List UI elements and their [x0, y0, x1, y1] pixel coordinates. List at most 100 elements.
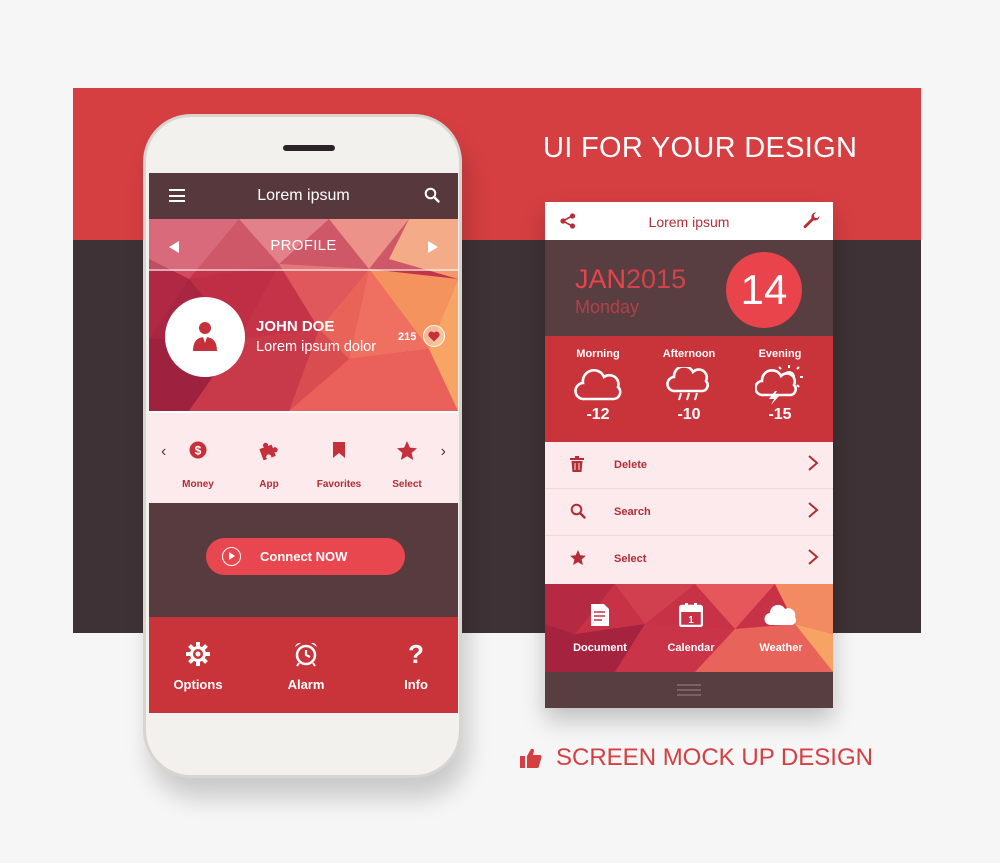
feature-strip: ‹ $ Money App Favorites Select ›	[149, 413, 458, 503]
user-icon	[193, 322, 217, 351]
calendar-icon: 1	[679, 603, 703, 627]
poster-footer-text: SCREEN MOCK UP DESIGN	[556, 744, 873, 771]
day-number-badge: 14	[726, 252, 802, 328]
weather-afternoon: Afternoon -10	[644, 348, 734, 424]
thumbs-up-icon	[520, 748, 542, 768]
gear-icon	[186, 642, 210, 666]
play-icon	[222, 547, 241, 566]
year: 2015	[626, 264, 687, 294]
rain-cloud-icon	[666, 367, 709, 401]
connect-now-button[interactable]: Connect NOW	[206, 538, 405, 575]
bottom-nav-options[interactable]: Options	[153, 639, 243, 692]
month-year: JAN2015	[575, 264, 686, 295]
svg-text:$: $	[195, 444, 202, 458]
connect-now-label: Connect NOW	[260, 549, 348, 564]
profile-divider	[149, 269, 458, 271]
question-mark-icon: ?	[408, 641, 424, 667]
strip-next-chevron-icon[interactable]: ›	[441, 443, 446, 461]
drag-handle-icon[interactable]	[677, 684, 701, 699]
bookmark-icon	[333, 442, 345, 458]
date-panel: JAN2015 Monday 14	[545, 240, 833, 336]
strip-prev-chevron-icon[interactable]: ‹	[161, 443, 166, 461]
cloud-icon	[764, 604, 797, 626]
strip-item-select[interactable]: Select	[377, 439, 437, 490]
poster-headline: UI FOR YOUR DESIGN	[543, 132, 858, 164]
strip-item-app[interactable]: App	[239, 439, 299, 490]
chevron-right-icon	[807, 454, 819, 477]
weather-evening: Evening -15	[735, 348, 825, 424]
heart-icon	[428, 331, 440, 342]
bottom-nav-label: Alarm	[287, 677, 325, 692]
bottom-nav-alarm[interactable]: Alarm	[261, 639, 351, 692]
phone-topbar: Lorem ipsum	[149, 173, 458, 219]
search-icon	[570, 503, 586, 519]
star-icon	[570, 550, 586, 565]
list-item-label: Search	[614, 506, 651, 518]
document-icon	[591, 604, 609, 626]
chevron-right-icon	[807, 548, 819, 571]
puzzle-icon	[259, 442, 278, 460]
list-item-select[interactable]: Select	[545, 536, 833, 583]
tile-label: Document	[573, 642, 627, 654]
bottom-nav-label: Options	[173, 677, 223, 692]
trash-icon	[570, 456, 584, 472]
strip-item-money[interactable]: $ Money	[168, 439, 228, 490]
strip-item-label: App	[259, 479, 279, 490]
profile-label: PROFILE	[270, 237, 337, 254]
list-item-search[interactable]: Search	[545, 489, 833, 536]
search-icon[interactable]	[424, 187, 440, 208]
poster-footer: SCREEN MOCK UP DESIGN	[520, 744, 873, 772]
weather-period: Afternoon	[662, 348, 716, 360]
star-icon	[397, 440, 417, 460]
bottom-nav-info[interactable]: ? Info	[371, 639, 458, 692]
alarm-clock-icon	[295, 642, 317, 667]
action-list: Delete Search Select	[545, 442, 833, 584]
phone-mockup: Lorem ipsum PROFILE JOHN DOE Lorem ipsum…	[143, 114, 462, 778]
card-topbar-title: Lorem ipsum	[648, 214, 730, 230]
phone-speaker	[283, 145, 335, 151]
chevron-right-icon	[807, 501, 819, 524]
thunderstorm-sun-icon	[755, 365, 803, 405]
list-item-label: Select	[614, 553, 647, 565]
cloud-icon	[574, 369, 622, 401]
tile-label: Calendar	[667, 642, 715, 654]
wrench-icon[interactable]	[803, 212, 821, 235]
weather-period: Morning	[576, 348, 620, 360]
weather-period: Evening	[758, 348, 802, 360]
tile-calendar[interactable]: 1 Calendar	[643, 600, 739, 654]
strip-item-label: Favorites	[316, 479, 362, 490]
calendar-weather-card: Lorem ipsum JAN2015 Monday 14 Morning -1…	[545, 202, 833, 708]
phone-topbar-title: Lorem ipsum	[257, 187, 350, 204]
bottom-nav-label: Info	[404, 677, 428, 692]
phone-bottom-nav: Options Alarm ? Info	[149, 617, 458, 713]
profile-header-row: PROFILE	[149, 219, 458, 269]
strip-item-label: Money	[182, 479, 214, 490]
like-button[interactable]	[423, 325, 445, 347]
month: JAN	[575, 264, 627, 294]
tile-document[interactable]: Document	[552, 600, 648, 654]
shortcut-tiles: Document 1 Calendar Weather	[545, 584, 833, 672]
list-item-delete[interactable]: Delete	[545, 442, 833, 489]
money-icon: $	[189, 441, 207, 459]
svg-text:?: ?	[408, 641, 424, 667]
card-topbar: Lorem ipsum	[545, 202, 833, 240]
card-footer	[545, 672, 833, 708]
strip-item-favorites[interactable]: Favorites	[309, 439, 369, 490]
avatar[interactable]	[165, 297, 245, 377]
phone-screen: Lorem ipsum PROFILE JOHN DOE Lorem ipsum…	[149, 173, 458, 713]
weekday: Monday	[575, 297, 640, 317]
user-subtitle: Lorem ipsum dolor	[256, 339, 377, 355]
list-item-label: Delete	[614, 459, 648, 471]
likes-count: 215	[398, 331, 417, 343]
weather-temp: -12	[586, 406, 610, 423]
svg-text:1: 1	[688, 615, 694, 626]
weather-morning: Morning -12	[553, 348, 643, 424]
profile-next-arrow-icon[interactable]	[428, 241, 438, 253]
weather-forecast: Morning -12 Afternoon -10 Evening -15	[545, 336, 833, 442]
weather-temp: -15	[768, 406, 792, 423]
user-name: JOHN DOE	[256, 318, 335, 335]
connect-section: Connect NOW	[149, 503, 458, 617]
tile-weather[interactable]: Weather	[733, 600, 829, 654]
weather-temp: -10	[677, 406, 701, 423]
strip-item-label: Select	[392, 479, 422, 490]
